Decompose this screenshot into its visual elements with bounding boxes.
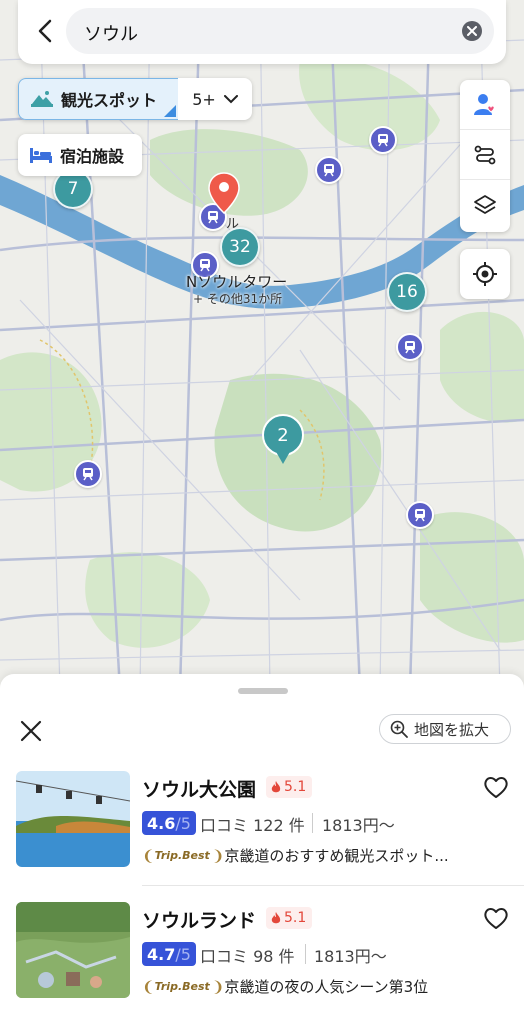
result-card[interactable]: ソウルランド 5.1 4.7/5 口コミ 98 件 1813円〜 ❨ Trip.…	[16, 902, 516, 1000]
sightseeing-toggle[interactable]: 観光スポット	[18, 78, 178, 120]
result-title: ソウル大公園	[142, 779, 257, 801]
rating-denominator: /5	[175, 944, 191, 964]
review-count: 口コミ 98 件	[200, 947, 295, 966]
my-location-button[interactable]	[460, 249, 510, 299]
rating-value: 4.6	[147, 813, 176, 833]
laurel-left-icon: ❨	[142, 977, 155, 996]
close-icon	[20, 720, 42, 742]
expand-map-button[interactable]: 地図を拡大	[379, 714, 511, 744]
flame-icon	[271, 780, 281, 792]
metro-icon[interactable]	[74, 460, 102, 488]
rating-filter-value: 5+	[192, 89, 216, 109]
heart-icon	[484, 777, 508, 798]
close-sheet-button[interactable]	[18, 718, 44, 744]
divider	[305, 944, 306, 964]
rating-filter-dropdown[interactable]: 5+	[178, 90, 252, 109]
laurel-right-icon: ❩	[211, 977, 225, 996]
person-heart-icon	[474, 93, 495, 115]
review-count: 口コミ 122 件	[200, 816, 305, 835]
back-button[interactable]	[30, 14, 60, 48]
rating-badge: 4.7/5	[142, 942, 196, 966]
close-icon	[467, 26, 477, 36]
layers-button[interactable]	[460, 180, 510, 230]
hot-score-badge: 5.1	[266, 776, 313, 798]
rating-badge: 4.6/5	[142, 811, 196, 835]
results-sheet: 地図を拡大 ソウル大公園 5.1 4.6/5 口コミ 122 件 1813円〜 …	[0, 674, 524, 1024]
route-icon	[474, 145, 496, 164]
result-card[interactable]: ソウル大公園 5.1 4.6/5 口コミ 122 件 1813円〜 ❨ Trip…	[16, 771, 516, 869]
map-tool-group	[460, 80, 510, 232]
favorite-button[interactable]	[482, 773, 510, 801]
card-divider	[142, 885, 524, 886]
trip-best-badge: Trip.Best	[154, 849, 210, 862]
clear-search-button[interactable]	[462, 21, 482, 41]
hotels-label: 宿泊施設	[60, 147, 125, 166]
metro-icon[interactable]	[406, 501, 434, 529]
crosshair-icon	[473, 262, 497, 286]
result-thumbnail	[16, 902, 130, 998]
selected-corner-icon	[164, 105, 176, 117]
route-button[interactable]	[460, 130, 510, 180]
laurel-right-icon: ❩	[211, 846, 225, 865]
search-input[interactable]: ソウル	[66, 8, 494, 54]
laurel-left-icon: ❨	[142, 846, 155, 865]
chevron-down-icon	[223, 94, 238, 103]
landscape-icon	[31, 91, 53, 107]
map-cluster[interactable]: 16	[387, 272, 427, 312]
map-partial-label: ル	[226, 217, 240, 232]
trip-best-highlight: ❨ Trip.Best ❩ 京畿道のおすすめ観光スポット...	[142, 845, 482, 866]
search-query: ソウル	[84, 24, 138, 45]
rating-denominator: /5	[175, 813, 191, 833]
heart-icon	[484, 908, 508, 929]
trip-best-badge: Trip.Best	[154, 980, 210, 993]
rating-value: 4.7	[147, 944, 176, 964]
sheet-drag-handle[interactable]	[238, 688, 288, 694]
map-cluster-pin[interactable]: 2	[262, 414, 304, 466]
map-poi-label: Nソウルタワー	[186, 273, 288, 291]
search-bar: ソウル	[18, 0, 506, 64]
map-poi-sublabel: + その他31か所	[193, 292, 283, 306]
chevron-left-icon	[38, 19, 52, 43]
metro-icon[interactable]	[315, 156, 343, 184]
favorites-button[interactable]	[460, 80, 510, 130]
highlight-text: 京畿道の夜の人気シーン第3位	[224, 978, 429, 996]
expand-map-label: 地図を拡大	[414, 720, 490, 739]
metro-icon[interactable]	[396, 333, 424, 361]
layers-icon	[474, 195, 496, 214]
trip-best-highlight: ❨ Trip.Best ❩ 京畿道の夜の人気シーン第3位	[142, 976, 482, 997]
filter-chip-hotels[interactable]: 宿泊施設	[18, 134, 142, 176]
bed-icon	[30, 148, 52, 163]
result-title: ソウルランド	[142, 910, 257, 932]
price: 1813円〜	[314, 947, 387, 966]
metro-icon[interactable]	[369, 126, 397, 154]
price: 1813円〜	[322, 816, 395, 835]
result-thumbnail	[16, 771, 130, 867]
zoom-in-icon	[390, 720, 408, 738]
favorite-button[interactable]	[482, 904, 510, 932]
highlight-text: 京畿道のおすすめ観光スポット...	[224, 847, 449, 865]
pin-tail	[275, 450, 291, 464]
map-cluster[interactable]: 32	[220, 227, 260, 267]
hot-score: 5.1	[284, 910, 307, 926]
divider	[312, 813, 313, 833]
sightseeing-label: 観光スポット	[61, 91, 158, 110]
map-view[interactable]: 7 32 16 2 ル Nソウルタワー + その他31か所 ソウル 観光スポット	[0, 0, 524, 690]
hot-score-badge: 5.1	[266, 907, 313, 929]
location-pin-icon[interactable]	[208, 172, 240, 218]
filter-chip-sightseeing[interactable]: 観光スポット 5+	[18, 78, 252, 120]
flame-icon	[271, 911, 281, 923]
hot-score: 5.1	[284, 779, 307, 795]
